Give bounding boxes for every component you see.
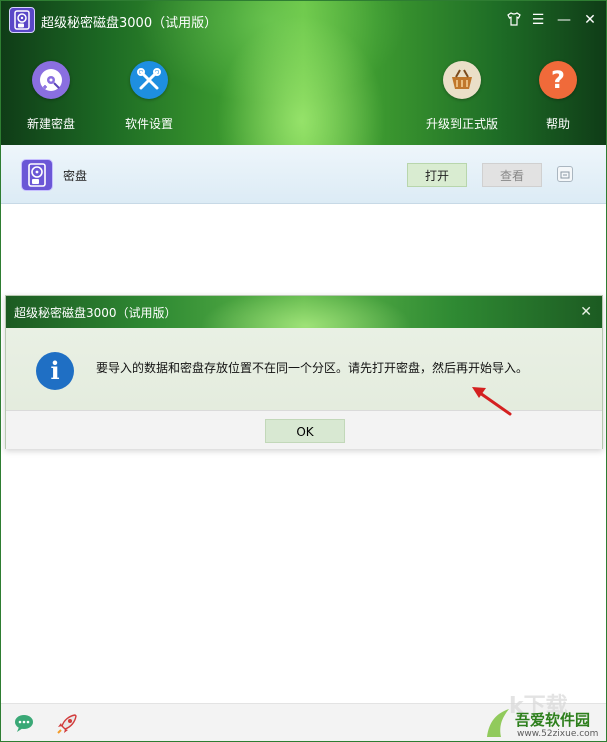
open-button[interactable]: 打开 bbox=[407, 163, 467, 187]
watermark-brand: 吾爱软件园 bbox=[515, 711, 591, 729]
new-disk-icon bbox=[32, 61, 70, 99]
help-icon: ? bbox=[539, 61, 577, 99]
basket-icon bbox=[443, 61, 481, 99]
minimize-button[interactable]: — bbox=[555, 11, 573, 29]
dialog-message: 要导入的数据和密盘存放位置不在同一个分区。请先打开密盘，然后再开始导入。 bbox=[96, 361, 529, 375]
new-disk-button[interactable]: 新建密盘 bbox=[6, 61, 96, 141]
upgrade-button[interactable]: 升级到正式版 bbox=[417, 61, 507, 141]
close-button[interactable]: ✕ bbox=[581, 11, 599, 29]
watermark-url: www.52zixue.com bbox=[517, 729, 599, 739]
chat-icon[interactable] bbox=[13, 713, 37, 739]
upgrade-label: 升级到正式版 bbox=[425, 117, 498, 131]
title-bar: 超级秘密磁盘3000（试用版） ☰ — ✕ bbox=[1, 1, 606, 39]
help-button[interactable]: ? 帮助 bbox=[513, 61, 603, 141]
tools-icon bbox=[130, 61, 168, 99]
disk-icon bbox=[21, 159, 53, 191]
dialog-close-button[interactable]: ✕ bbox=[580, 304, 592, 320]
view-button[interactable]: 查看 bbox=[482, 163, 542, 187]
skin-icon[interactable] bbox=[505, 11, 523, 29]
disk-options-icon[interactable] bbox=[557, 166, 573, 182]
red-arrow-annotation bbox=[472, 387, 512, 416]
settings-button[interactable]: 软件设置 bbox=[104, 61, 194, 141]
settings-label: 软件设置 bbox=[124, 117, 173, 131]
ok-button[interactable]: OK bbox=[265, 419, 345, 443]
help-glyph: ? bbox=[551, 66, 565, 94]
rocket-icon[interactable] bbox=[55, 712, 79, 740]
disk-name: 密盘 bbox=[63, 169, 88, 183]
dialog-title: 超级秘密磁盘3000（试用版） bbox=[14, 306, 177, 320]
help-label: 帮助 bbox=[545, 117, 570, 131]
header: 超级秘密磁盘3000（试用版） ☰ — ✕ 新建密盘 软件设置 升级到正式版 ?… bbox=[1, 1, 606, 145]
message-dialog: 超级秘密磁盘3000（试用版） ✕ i 要导入的数据和密盘存放位置不在同一个分区… bbox=[5, 295, 603, 449]
menu-icon[interactable]: ☰ bbox=[529, 11, 547, 29]
new-disk-label: 新建密盘 bbox=[26, 117, 75, 131]
dialog-title-bar: 超级秘密磁盘3000（试用版） ✕ bbox=[6, 296, 602, 328]
app-logo-icon bbox=[9, 7, 35, 33]
info-icon: i bbox=[36, 352, 74, 390]
app-window: 超级秘密磁盘3000（试用版） ☰ — ✕ 新建密盘 软件设置 升级到正式版 ?… bbox=[0, 0, 607, 742]
window-title: 超级秘密磁盘3000（试用版） bbox=[41, 16, 218, 31]
